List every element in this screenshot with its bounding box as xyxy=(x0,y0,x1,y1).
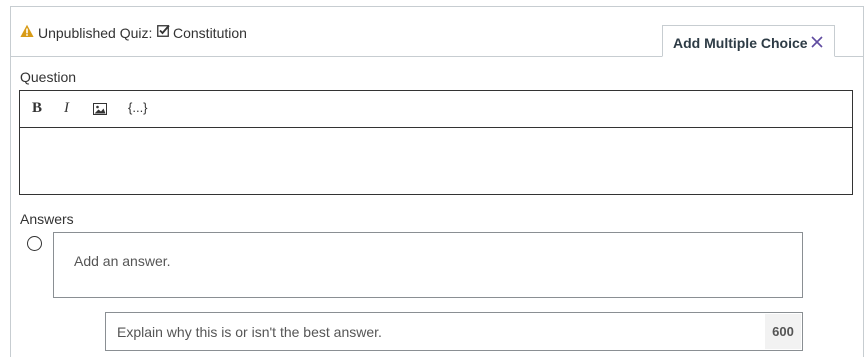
quiz-status-label: Unpublished Quiz: xyxy=(38,25,153,41)
answer-feedback-input[interactable]: Explain why this is or isn't the best an… xyxy=(105,312,803,351)
checkbox-checked-icon xyxy=(157,24,170,37)
tab-label: Add Multiple Choice xyxy=(673,35,808,51)
feedback-placeholder: Explain why this is or isn't the best an… xyxy=(117,324,382,340)
character-limit-badge: 600 xyxy=(765,314,801,349)
image-icon[interactable] xyxy=(93,103,107,115)
answer-placeholder: Add an answer. xyxy=(74,253,171,269)
question-label: Question xyxy=(20,69,77,85)
warning-icon xyxy=(20,24,34,37)
correct-answer-radio[interactable] xyxy=(27,236,42,251)
tab-add-multiple-choice[interactable]: Add Multiple Choice xyxy=(662,25,835,57)
answer-input[interactable]: Add an answer. xyxy=(53,232,803,298)
question-editor: B I {...} xyxy=(19,90,853,195)
answers-label: Answers xyxy=(20,211,74,227)
equation-button[interactable]: {...} xyxy=(128,100,148,115)
close-icon[interactable] xyxy=(811,36,823,48)
bold-button[interactable]: B xyxy=(32,100,42,117)
italic-button[interactable]: I xyxy=(64,100,69,117)
quiz-title: Constitution xyxy=(173,25,247,41)
editor-toolbar: B I {...} xyxy=(20,91,852,128)
question-text-area[interactable] xyxy=(20,129,852,194)
